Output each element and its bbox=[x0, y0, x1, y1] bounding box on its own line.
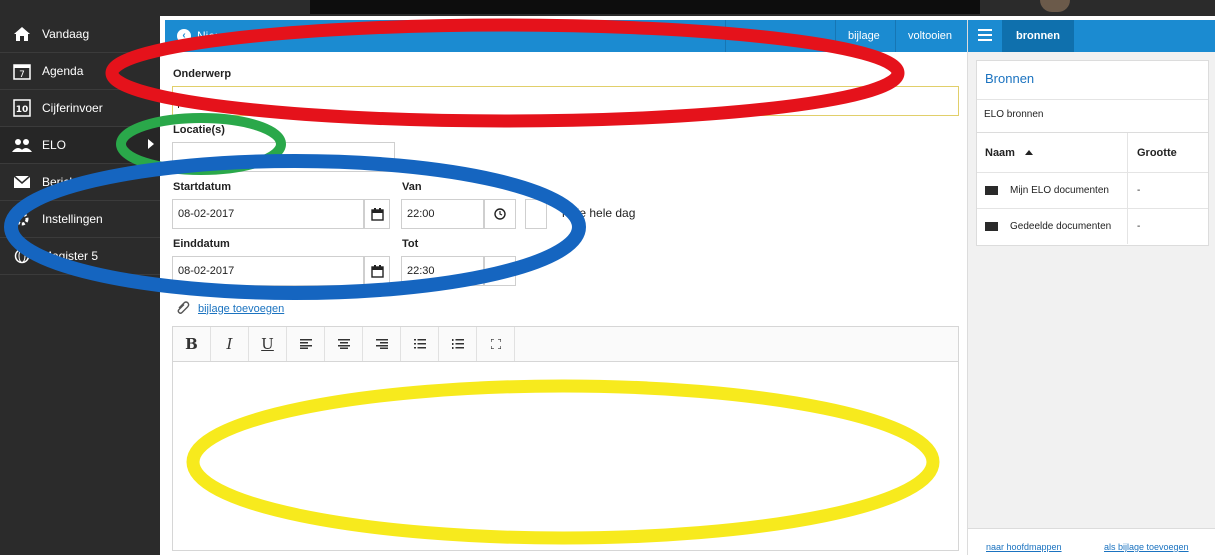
tab-bronnen[interactable]: bronnen bbox=[1002, 20, 1074, 52]
resources-footer: naar hoofdmappen als bijlage toevoegen bbox=[968, 528, 1215, 555]
end-date-input[interactable]: 08-02-2017 bbox=[172, 256, 364, 286]
sidebar-item-label: Magister 5 bbox=[42, 249, 99, 263]
svg-text:7: 7 bbox=[19, 70, 25, 80]
table-row[interactable]: Gedeelde documenten - bbox=[977, 209, 1208, 245]
numbered-list-button[interactable] bbox=[439, 327, 477, 361]
calendar-icon: 7 bbox=[12, 61, 32, 81]
resources-title: Bronnen bbox=[985, 71, 1035, 86]
sidebar-item-berichten[interactable]: Berichten bbox=[0, 164, 160, 201]
align-left-button[interactable] bbox=[287, 327, 325, 361]
folder-icon bbox=[985, 186, 998, 195]
location-label: Locatie(s) bbox=[173, 124, 225, 136]
hamburger-menu-icon[interactable] bbox=[978, 29, 992, 41]
sidebar-item-instellingen[interactable]: Instellingen bbox=[0, 201, 160, 238]
resources-subtitle[interactable]: ELO bronnen bbox=[984, 109, 1044, 120]
sidebar-item-elo[interactable]: ELO bbox=[0, 127, 160, 164]
column-size-header[interactable]: Grootte bbox=[1129, 133, 1209, 172]
resources-table: Naam Grootte Mijn ELO documenten - Gedee… bbox=[976, 132, 1209, 246]
globe-icon bbox=[12, 246, 32, 266]
invite-button[interactable]: uitnodigen bbox=[725, 20, 801, 52]
start-date-label: Startdatum bbox=[173, 181, 232, 193]
clock-icon[interactable] bbox=[484, 199, 516, 229]
text-caret bbox=[178, 94, 179, 108]
end-date-label: Einddatum bbox=[173, 238, 230, 250]
page-title: Nieuw bbox=[197, 29, 231, 43]
folder-icon bbox=[985, 222, 998, 231]
subject-label: Onderwerp bbox=[173, 68, 232, 80]
to-main-folders-link[interactable]: naar hoofdmappen bbox=[986, 542, 1062, 552]
allday-label: rt de hele dag bbox=[562, 206, 636, 220]
to-label: Tot bbox=[402, 238, 419, 250]
location-input[interactable] bbox=[172, 142, 395, 172]
clock-icon[interactable] bbox=[484, 256, 516, 286]
sidebar-item-label: Berichten bbox=[42, 175, 93, 189]
sidebar: Vandaag 7 Agenda 10 Cijferinvoer ELO Ber… bbox=[0, 16, 160, 555]
bullet-list-icon bbox=[413, 339, 426, 349]
fullscreen-button[interactable] bbox=[477, 327, 515, 361]
underline-button[interactable]: U bbox=[249, 327, 287, 361]
divider bbox=[977, 99, 1208, 100]
editor-toolbar: B I U bbox=[172, 326, 959, 362]
italic-button[interactable]: I bbox=[211, 327, 249, 361]
sidebar-item-label: ELO bbox=[42, 138, 67, 152]
bold-button[interactable]: B bbox=[173, 327, 211, 361]
start-time-input[interactable]: 22:00 bbox=[401, 199, 484, 229]
align-center-button[interactable] bbox=[325, 327, 363, 361]
calendar-icon[interactable] bbox=[364, 199, 390, 229]
home-icon bbox=[12, 24, 32, 44]
start-date-input[interactable]: 08-02-2017 bbox=[172, 199, 364, 229]
sidebar-item-label: Agenda bbox=[42, 64, 84, 78]
table-header-row: Naam Grootte bbox=[977, 133, 1208, 173]
grade-icon: 10 bbox=[12, 98, 32, 118]
align-center-icon bbox=[337, 339, 350, 349]
attach-link[interactable]: bijlage toevoegen bbox=[176, 300, 284, 317]
column-name-header[interactable]: Naam bbox=[977, 133, 1128, 172]
avatar[interactable] bbox=[1040, 0, 1070, 12]
sidebar-item-cijferinvoer[interactable]: 10 Cijferinvoer bbox=[0, 90, 160, 127]
resources-panel: bronnen Bronnen ELO bronnen Naam Grootte… bbox=[967, 20, 1215, 555]
bullet-list-button[interactable] bbox=[401, 327, 439, 361]
calendar-icon[interactable] bbox=[364, 256, 390, 286]
top-dark-bar bbox=[310, 0, 980, 14]
svg-text:10: 10 bbox=[16, 105, 29, 115]
from-label: Van bbox=[402, 181, 422, 193]
sidebar-item-vandaag[interactable]: Vandaag bbox=[0, 16, 160, 53]
attachment-button[interactable]: bijlage bbox=[835, 20, 892, 52]
fullscreen-icon bbox=[490, 339, 501, 349]
align-right-icon bbox=[375, 339, 388, 349]
sidebar-item-label: Cijferinvoer bbox=[42, 101, 103, 115]
envelope-icon bbox=[12, 172, 32, 192]
numbered-list-icon bbox=[451, 339, 464, 349]
paperclip-icon bbox=[176, 300, 190, 317]
allday-checkbox[interactable] bbox=[525, 199, 547, 229]
end-time-input[interactable]: 22:30 bbox=[401, 256, 484, 286]
table-row[interactable]: Mijn ELO documenten - bbox=[977, 173, 1208, 209]
main-toolbar: ‹ Nieuw uitnodigen bijlage voltooien bbox=[165, 20, 967, 52]
expand-arrow-icon[interactable] bbox=[148, 139, 154, 149]
sort-ascending-icon bbox=[1024, 150, 1033, 155]
subject-input[interactable] bbox=[172, 86, 959, 116]
align-right-button[interactable] bbox=[363, 327, 401, 361]
sidebar-item-magister[interactable]: Magister 5 bbox=[0, 238, 160, 275]
settings-icon bbox=[12, 209, 32, 229]
align-left-icon bbox=[299, 339, 312, 349]
back-arrow-icon: ‹ bbox=[177, 29, 191, 43]
resources-toolbar: bronnen bbox=[968, 20, 1215, 52]
sidebar-item-agenda[interactable]: 7 Agenda bbox=[0, 53, 160, 90]
sidebar-item-label: Vandaag bbox=[42, 27, 90, 41]
users-icon bbox=[12, 135, 32, 155]
add-as-attachment-link[interactable]: als bijlage toevoegen bbox=[1104, 542, 1189, 552]
back-button[interactable]: ‹ Nieuw bbox=[177, 29, 230, 43]
complete-button[interactable]: voltooien bbox=[895, 20, 964, 52]
editor-text-area[interactable] bbox=[172, 361, 959, 551]
top-strip bbox=[0, 0, 1215, 16]
sidebar-item-label: Instellingen bbox=[42, 212, 103, 226]
